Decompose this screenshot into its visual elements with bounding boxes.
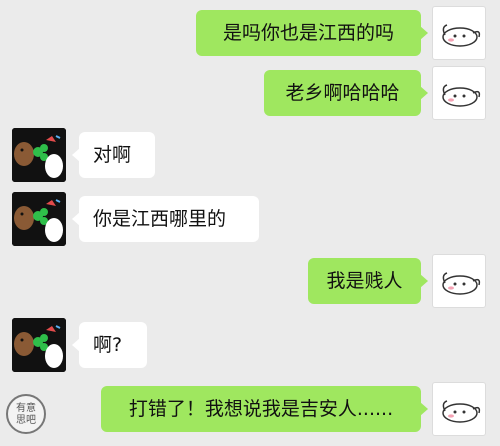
message-bubble-incoming[interactable]: 啊? [72,322,147,368]
message-bubble-outgoing[interactable]: 老乡啊哈哈哈 [264,70,428,116]
message-bubble-outgoing[interactable]: 打错了！我想说我是吉安人...... [101,386,428,432]
message-text: 啊? [93,334,123,356]
bear-clover-icon [12,192,66,246]
my-avatar[interactable] [432,66,486,120]
rabbit-icon [442,24,481,47]
message-text: 是吗你也是江西的吗 [222,22,394,44]
my-avatar[interactable] [432,254,486,308]
message-bubble-incoming[interactable]: 对啊 [72,132,155,178]
message-text: 对啊 [93,144,132,166]
message-text: 你是江西哪里的 [93,208,227,230]
rabbit-icon [442,84,481,107]
bear-clover-icon [12,128,66,182]
contact-avatar[interactable] [12,192,66,246]
my-avatar[interactable] [432,6,486,60]
message-bubble-incoming[interactable]: 你是江西哪里的 [72,196,259,242]
message-text: 老乡啊哈哈哈 [285,82,400,104]
contact-avatar[interactable] [12,128,66,182]
my-avatar[interactable] [432,382,486,436]
bear-clover-icon [12,318,66,372]
contact-avatar[interactable] [12,318,66,372]
watermark-text-line1: 有意 [16,403,36,414]
rabbit-icon [442,272,481,295]
message-text: 打错了！我想说我是吉安人...... [128,398,394,420]
message-bubble-outgoing[interactable]: 是吗你也是江西的吗 [196,10,428,56]
watermark-text-line2: 思吧 [16,415,36,426]
message-text: 我是贱人 [326,270,403,292]
rabbit-icon [442,400,481,423]
message-bubble-outgoing[interactable]: 我是贱人 [308,258,428,304]
watermark-logo: 有意 思吧 [6,394,46,434]
